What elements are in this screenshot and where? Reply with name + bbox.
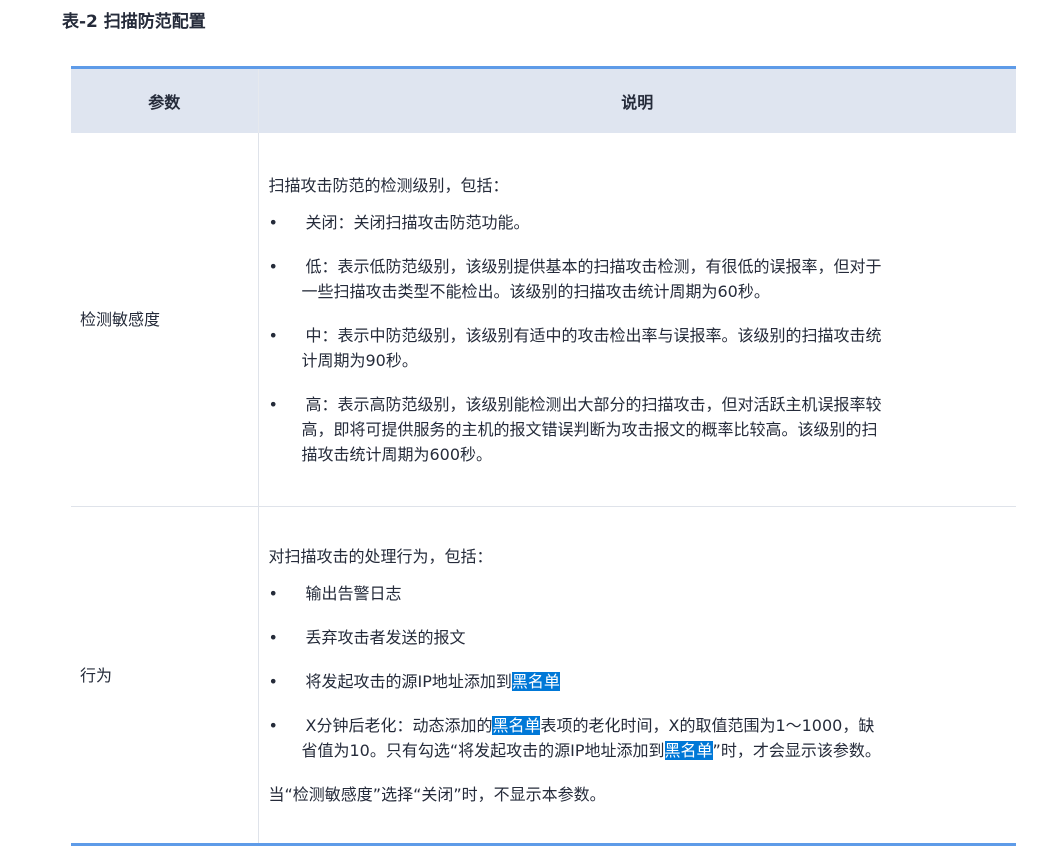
- bullet-icon: •: [268, 256, 278, 276]
- blacklist-link[interactable]: 黑名单: [492, 715, 541, 735]
- param-cell: 检测敏感度: [71, 133, 259, 507]
- table-header-row: 参数 说明: [71, 69, 1016, 133]
- desc-cell: 扫描攻击防范的检测级别，包括： • 关闭：关闭扫描攻击防范功能。 • 低：表示低防范…: [258, 133, 1016, 507]
- scan-defense-table: 参数 说明 检测敏感度 扫描攻击防范的检测级别，包括： • 关闭：关闭扫描攻击防范…: [71, 69, 1016, 843]
- desc-note: 当“检测敏感度”选择“关闭”时，不显示本参数。: [268, 784, 606, 804]
- header-desc: 说明: [258, 69, 1016, 133]
- bullet-icon: •: [268, 325, 278, 345]
- list-item: • 输出告警日志: [269, 581, 887, 606]
- list-item: • 低：表示低防范级别，该级别提供基本的扫描攻击检测，有很低的误报率，但对于一些扫…: [269, 254, 887, 304]
- bullet-icon: •: [268, 671, 278, 691]
- bullet-icon: •: [268, 627, 278, 647]
- list-item: • 中：表示中防范级别，该级别有适中的攻击检出率与误报率。该级别的扫描攻击统计周期…: [269, 323, 887, 373]
- table-row: 行为 对扫描攻击的处理行为，包括： • 输出告警日志 • 丢弃攻击者发送的报文 • 将…: [71, 506, 1016, 844]
- table-row: 检测敏感度 扫描攻击防范的检测级别，包括： • 关闭：关闭扫描攻击防范功能。 • 低…: [71, 133, 1016, 507]
- bullet-icon: •: [268, 394, 278, 414]
- config-table: 参数 说明 检测敏感度 扫描攻击防范的检测级别，包括： • 关闭：关闭扫描攻击防范…: [71, 66, 1016, 846]
- bullet-icon: •: [268, 212, 278, 232]
- table-caption: 表-2 扫描防范配置: [62, 12, 206, 32]
- blacklist-link[interactable]: 黑名单: [664, 740, 713, 760]
- desc-intro: 对扫描攻击的处理行为，包括：: [268, 546, 493, 566]
- header-param: 参数: [71, 69, 259, 133]
- list-item: • 高：表示高防范级别，该级别能检测出大部分的扫描攻击，但对活跃主机误报率较高，即…: [269, 392, 887, 467]
- option-list: • 关闭：关闭扫描攻击防范功能。 • 低：表示低防范级别，该级别提供基本的扫描攻击检…: [269, 210, 887, 467]
- action-list: • 输出告警日志 • 丢弃攻击者发送的报文 • 将发起攻击的源IP地址添加到黑名单 •…: [269, 581, 887, 763]
- desc-intro: 扫描攻击防范的检测级别，包括：: [268, 175, 509, 195]
- list-item: • 关闭：关闭扫描攻击防范功能。: [269, 210, 887, 235]
- blacklist-link[interactable]: 黑名单: [511, 671, 560, 691]
- list-item: • X分钟后老化：动态添加的黑名单表项的老化时间，X的取值范围为1～1000，缺省…: [269, 713, 887, 763]
- desc-cell: 对扫描攻击的处理行为，包括： • 输出告警日志 • 丢弃攻击者发送的报文 • 将发起攻…: [258, 507, 1016, 844]
- list-item: • 将发起攻击的源IP地址添加到黑名单: [269, 669, 887, 694]
- bullet-icon: •: [268, 715, 278, 735]
- list-item: • 丢弃攻击者发送的报文: [269, 625, 887, 650]
- bullet-icon: •: [268, 583, 278, 603]
- param-cell: 行为: [71, 506, 259, 843]
